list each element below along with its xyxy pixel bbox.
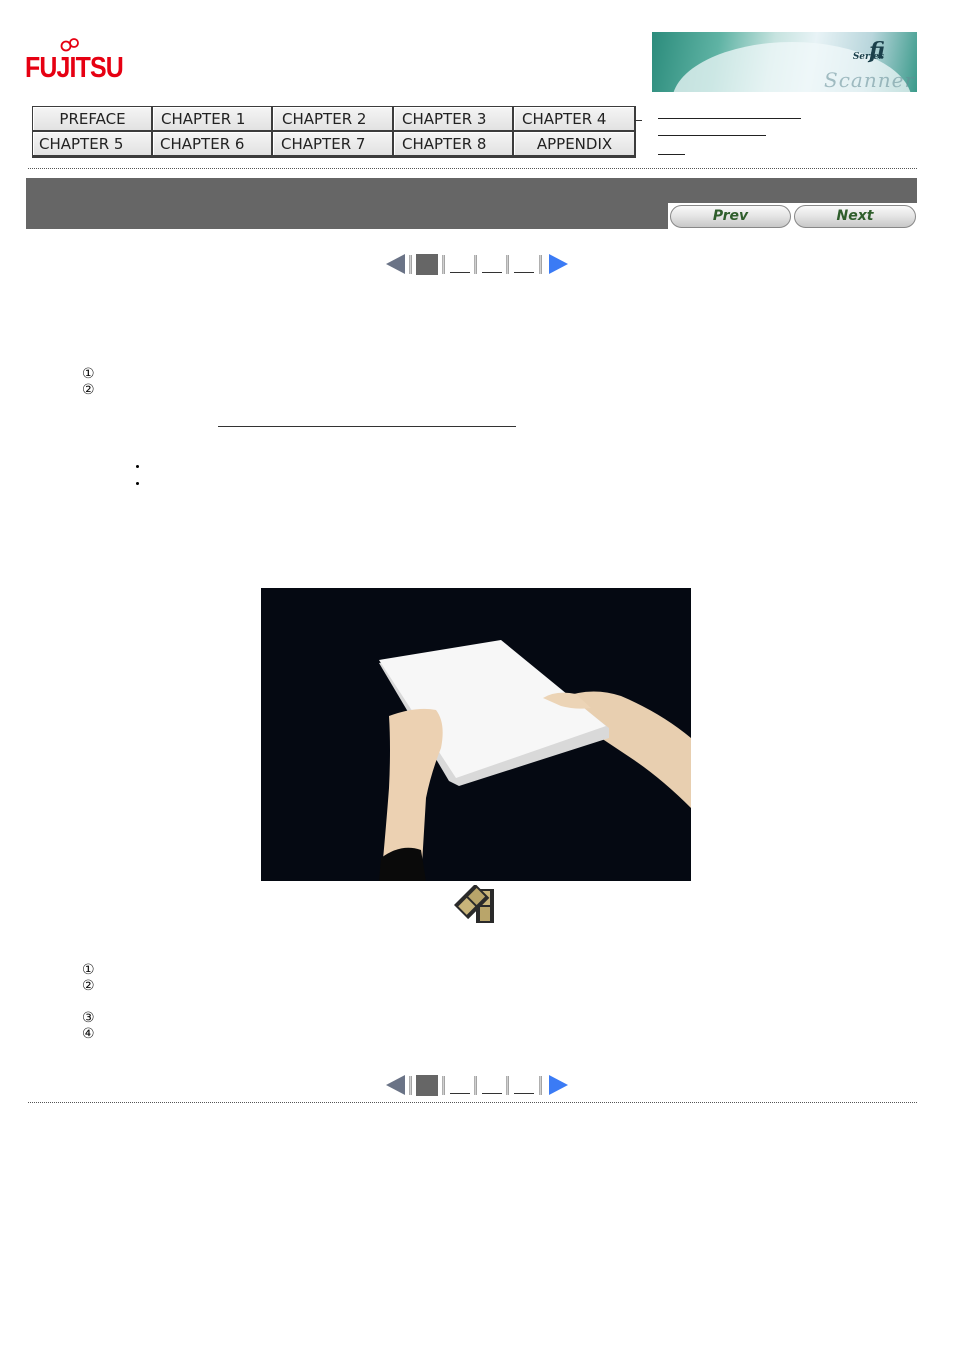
nav-appendix[interactable]: APPENDIX (514, 132, 634, 155)
page-3-link[interactable] (482, 1077, 502, 1094)
photo-illustration (261, 588, 691, 881)
nav-chapter-3[interactable]: CHAPTER 3 (394, 107, 512, 130)
pager-divider (409, 255, 412, 274)
bullet-1 (136, 465, 139, 468)
logo-rings-icon (60, 38, 79, 52)
fi-series-banner: fi Series Scanner (652, 32, 917, 92)
nav-chapter-8[interactable]: CHAPTER 8 (394, 132, 512, 155)
step-marker-2: ② (82, 382, 95, 398)
page-4-link[interactable] (514, 1077, 534, 1094)
pager-divider (506, 1076, 509, 1095)
nav-preface[interactable]: PREFACE (33, 107, 151, 130)
pager-divider (539, 1076, 542, 1095)
pager-divider (442, 1076, 445, 1095)
page-3-link[interactable] (482, 256, 502, 273)
step-marker-1: ① (82, 366, 95, 382)
banner-scanner: Scanner (824, 68, 915, 92)
paper-handling-photo[interactable] (261, 588, 691, 881)
bullet-2 (136, 482, 139, 485)
page-2-link[interactable] (450, 1077, 470, 1094)
next-page-icon[interactable] (549, 254, 568, 274)
nav-chapter-6[interactable]: CHAPTER 6 (153, 132, 271, 155)
top-link-3[interactable] (658, 142, 685, 155)
page-1-current[interactable] (416, 1075, 438, 1096)
page-nav-bottom (386, 1073, 576, 1097)
separator-bottom (28, 1102, 917, 1103)
top-link-2[interactable] (658, 123, 766, 136)
step-marker-4: ④ (82, 1026, 95, 1042)
pager-divider (506, 255, 509, 274)
reference-link[interactable] (218, 426, 516, 427)
nav-connector (634, 120, 642, 121)
separator-top (28, 168, 917, 169)
nav-chapter-2[interactable]: CHAPTER 2 (273, 107, 392, 130)
film-icon[interactable] (450, 883, 498, 929)
next-page-icon[interactable] (549, 1075, 568, 1095)
pager-divider (474, 255, 477, 274)
prev-button[interactable]: Prev (670, 205, 791, 228)
pager-divider (474, 1076, 477, 1095)
pager-divider (442, 255, 445, 274)
pager-divider (539, 255, 542, 274)
prev-next-container: Prev Next (668, 203, 918, 230)
nav-chapter-1[interactable]: CHAPTER 1 (153, 107, 271, 130)
top-link-1[interactable] (658, 106, 801, 119)
nav-chapter-4[interactable]: CHAPTER 4 (514, 107, 634, 130)
prev-page-icon[interactable] (386, 1075, 405, 1095)
prev-page-icon[interactable] (386, 254, 405, 274)
nav-chapter-7[interactable]: CHAPTER 7 (273, 132, 392, 155)
nav-chapter-5[interactable]: CHAPTER 5 (33, 132, 151, 155)
banner-series: Series (852, 52, 884, 62)
fujitsu-logo: FUJITSU (25, 38, 125, 88)
pager-divider (409, 1076, 412, 1095)
page-nav-top (386, 252, 576, 276)
next-button[interactable]: Next (794, 205, 916, 228)
chapter-nav: PREFACE CHAPTER 1 CHAPTER 2 CHAPTER 3 CH… (32, 106, 636, 158)
page-1-current[interactable] (416, 254, 438, 275)
step-marker-2: ② (82, 978, 95, 994)
page-2-link[interactable] (450, 256, 470, 273)
page-4-link[interactable] (514, 256, 534, 273)
logo-text: FUJITSU (25, 52, 124, 84)
step-marker-1: ① (82, 962, 95, 978)
step-marker-3: ③ (82, 1010, 95, 1026)
